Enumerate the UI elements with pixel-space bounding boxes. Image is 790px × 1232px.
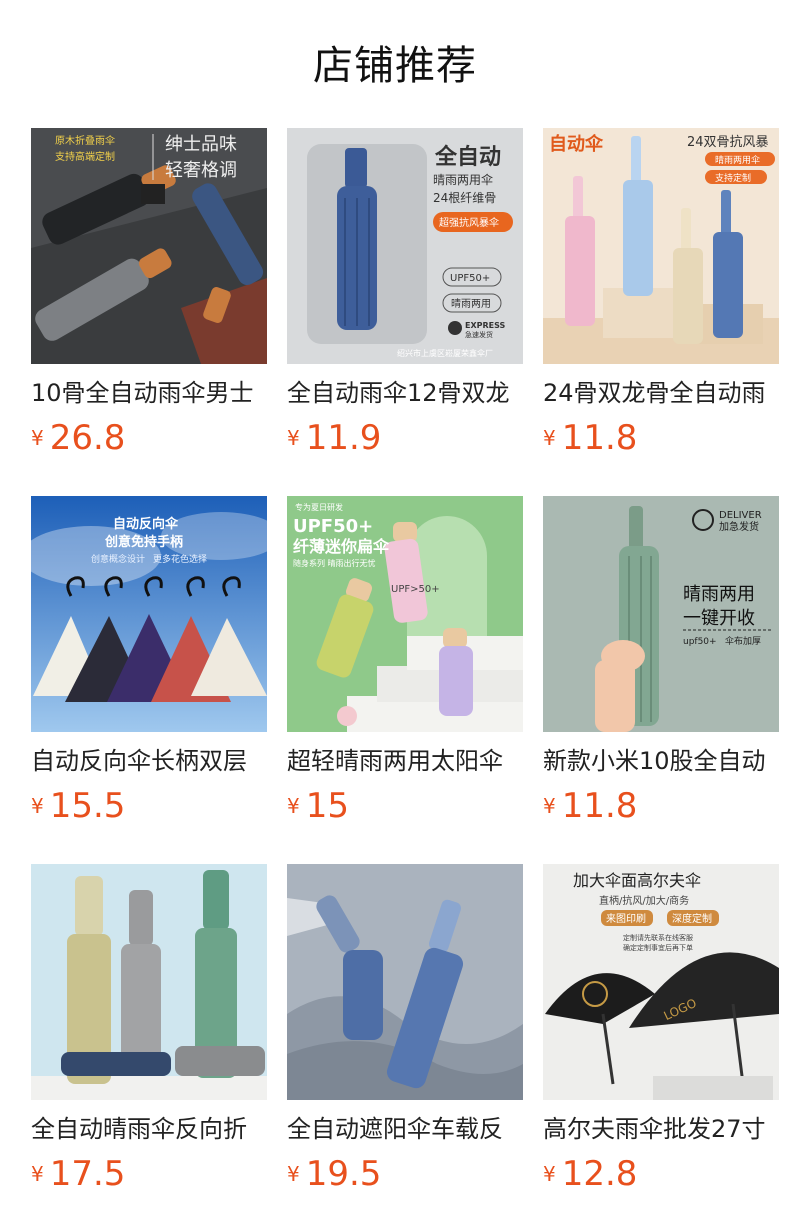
image-caption: 来图印刷 <box>606 913 646 925</box>
image-caption: 绅士品味 <box>165 134 237 155</box>
image-caption: 直柄/抗风/加大/商务 <box>599 894 689 907</box>
image-caption: 超强抗风暴伞 <box>439 216 499 229</box>
currency-symbol: ¥ <box>543 1162 556 1186</box>
image-caption: 急速发货 <box>465 330 493 339</box>
image-caption: 全自动 <box>434 144 501 170</box>
image-caption: DELIVER <box>719 510 762 521</box>
product-price: ¥26.8 <box>31 416 125 460</box>
product-image[interactable] <box>31 864 267 1100</box>
currency-symbol: ¥ <box>543 426 556 450</box>
product-name[interactable]: 超轻晴雨两用太阳伞 <box>287 744 523 778</box>
product-price: ¥19.5 <box>287 1152 381 1196</box>
product-card[interactable]: 全自动 晴雨两用伞 24根纤维骨 超强抗风暴伞 UPF50+ 晴雨两用 EXPR… <box>287 128 523 468</box>
product-image[interactable]: 全自动 晴雨两用伞 24根纤维骨 超强抗风暴伞 UPF50+ 晴雨两用 EXPR… <box>287 128 523 364</box>
product-price: ¥11.8 <box>543 416 637 460</box>
image-caption: 支持定制 <box>715 172 751 184</box>
product-price: ¥17.5 <box>31 1152 125 1196</box>
image-caption: 创意免持手柄 <box>104 534 183 550</box>
product-name[interactable]: 高尔夫雨伞批发27寸 <box>543 1112 779 1146</box>
image-caption: 自动伞 <box>549 133 604 155</box>
image-caption: 晴雨两用伞 <box>433 172 493 187</box>
currency-symbol: ¥ <box>287 1162 300 1186</box>
currency-symbol: ¥ <box>31 1162 44 1186</box>
image-caption: 轻奢格调 <box>165 160 237 181</box>
image-caption: 加急发货 <box>719 520 759 533</box>
currency-symbol: ¥ <box>31 794 44 818</box>
product-image[interactable]: 加大伞面高尔夫伞 直柄/抗风/加大/商务 来图印刷 深度定制 定制请先联系在线客… <box>543 864 779 1100</box>
product-price: ¥15.5 <box>31 784 125 828</box>
price-amount: 11.8 <box>561 786 638 826</box>
image-caption: 晴雨两用伞 <box>715 154 760 166</box>
image-caption: UPF50+ <box>293 516 373 537</box>
product-card[interactable]: 加大伞面高尔夫伞 直柄/抗风/加大/商务 来图印刷 深度定制 定制请先联系在线客… <box>543 864 779 1204</box>
image-caption: 晴雨两用 <box>683 584 755 605</box>
image-caption: 更多花色选择 <box>153 553 207 565</box>
currency-symbol: ¥ <box>287 794 300 818</box>
product-card[interactable]: 专为夏日研发 UPF50+ 纤薄迷你扁伞 随身系列 晴雨出行无忧 UPF>50+… <box>287 496 523 836</box>
price-amount: 11.9 <box>305 418 382 458</box>
price-amount: 19.5 <box>305 1154 382 1194</box>
currency-symbol: ¥ <box>543 794 556 818</box>
image-caption: 确定定制事宜后再下单 <box>623 943 693 952</box>
image-caption: 创意概念设计 <box>91 553 145 565</box>
product-image[interactable]: 原木折叠雨伞 支持高端定制 绅士品味 轻奢格调 <box>31 128 267 364</box>
image-caption: 定制请先联系在线客服 <box>623 933 693 942</box>
product-price: ¥15 <box>287 784 349 828</box>
product-price: ¥11.8 <box>543 784 637 828</box>
image-caption: 晴雨两用 <box>451 297 491 310</box>
image-caption: EXPRESS <box>465 321 506 330</box>
image-caption: 专为夏日研发 <box>295 502 343 512</box>
image-caption: 纤薄迷你扁伞 <box>293 537 390 556</box>
price-amount: 15 <box>305 786 349 826</box>
product-card[interactable]: DELIVER 加急发货 晴雨两用 一键开收 upf50+ 伞布加厚 新款小米1… <box>543 496 779 836</box>
page-title: 店铺推荐 <box>313 43 477 89</box>
image-caption: 24双骨抗风暴 <box>687 135 769 150</box>
product-card[interactable]: 自动伞 24双骨抗风暴 晴雨两用伞 支持定制 24骨双龙骨全自动雨 ¥11.8 <box>543 128 779 468</box>
image-caption: 原木折叠雨伞 <box>55 134 115 147</box>
product-image[interactable]: DELIVER 加急发货 晴雨两用 一键开收 upf50+ 伞布加厚 <box>543 496 779 732</box>
product-price: ¥12.8 <box>543 1152 637 1196</box>
price-amount: 15.5 <box>49 786 126 826</box>
image-caption: 支持高端定制 <box>55 150 115 163</box>
product-name[interactable]: 10骨全自动雨伞男士 <box>31 376 267 410</box>
product-name[interactable]: 全自动晴雨伞反向折 <box>31 1112 267 1146</box>
product-price: ¥11.9 <box>287 416 381 460</box>
currency-symbol: ¥ <box>31 426 44 450</box>
price-amount: 26.8 <box>49 418 126 458</box>
image-caption: 24根纤维骨 <box>433 191 496 205</box>
product-card[interactable]: 自动反向伞 创意免持手柄 创意概念设计 更多花色选择 自动反向伞长柄双层 ¥15… <box>31 496 267 836</box>
image-caption: UPF>50+ <box>391 584 440 595</box>
image-caption: 加大伞面高尔夫伞 <box>573 871 701 890</box>
image-caption: upf50+ <box>683 637 717 647</box>
product-card[interactable]: 全自动遮阳伞车载反 ¥19.5 <box>287 864 523 1204</box>
image-caption: UPF50+ <box>450 273 490 284</box>
image-caption: 随身系列 晴雨出行无忧 <box>293 558 376 568</box>
product-name[interactable]: 全自动雨伞12骨双龙 <box>287 376 523 410</box>
product-image[interactable]: 专为夏日研发 UPF50+ 纤薄迷你扁伞 随身系列 晴雨出行无忧 UPF>50+ <box>287 496 523 732</box>
product-name[interactable]: 自动反向伞长柄双层 <box>31 744 267 778</box>
product-image[interactable] <box>287 864 523 1100</box>
image-caption: 深度定制 <box>672 912 712 925</box>
image-caption: 一键开收 <box>683 608 755 629</box>
image-caption: 绍兴市上虞区崧厦荣鑫伞厂 <box>397 348 493 358</box>
product-name[interactable]: 新款小米10股全自动 <box>543 744 779 778</box>
product-card[interactable]: 原木折叠雨伞 支持高端定制 绅士品味 轻奢格调 10骨全自动雨伞男士 ¥26.8 <box>31 128 267 468</box>
price-amount: 12.8 <box>561 1154 638 1194</box>
product-name[interactable]: 全自动遮阳伞车载反 <box>287 1112 523 1146</box>
price-amount: 17.5 <box>49 1154 126 1194</box>
currency-symbol: ¥ <box>287 426 300 450</box>
price-amount: 11.8 <box>561 418 638 458</box>
product-card[interactable]: 全自动晴雨伞反向折 ¥17.5 <box>31 864 267 1204</box>
product-name[interactable]: 24骨双龙骨全自动雨 <box>543 376 779 410</box>
product-image[interactable]: 自动反向伞 创意免持手柄 创意概念设计 更多花色选择 <box>31 496 267 732</box>
product-image[interactable]: 自动伞 24双骨抗风暴 晴雨两用伞 支持定制 <box>543 128 779 364</box>
image-caption: 伞布加厚 <box>725 635 761 647</box>
image-caption: 自动反向伞 <box>113 516 179 532</box>
